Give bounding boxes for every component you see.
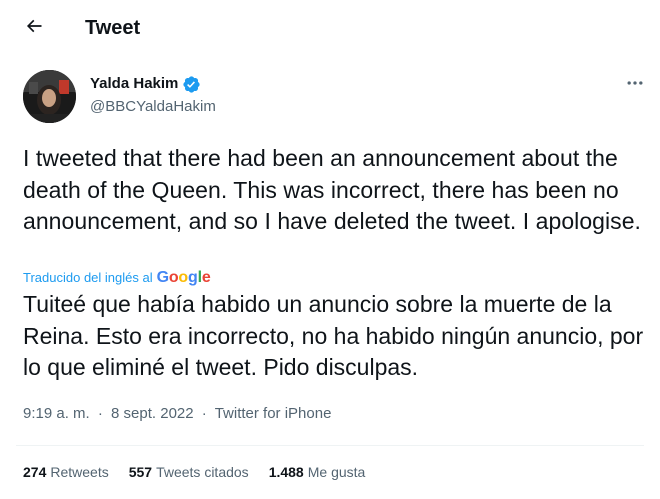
meta-separator: ·	[201, 405, 207, 422]
verified-badge-icon	[182, 75, 201, 94]
tweet-source[interactable]: Twitter for iPhone	[215, 405, 332, 422]
page-title: Tweet	[85, 17, 141, 39]
translation-attribution[interactable]: Traducido del inglés al Google	[23, 268, 211, 288]
quotes-stat[interactable]: 557 Tweets citados	[129, 462, 249, 482]
translated-label[interactable]: Traducido del inglés al	[23, 268, 153, 288]
tweet-stats: 274 Retweets 557 Tweets citados 1.488 Me gu…	[23, 462, 385, 482]
tweet-date[interactable]: 8 sept. 2022	[111, 405, 194, 422]
page-header: Tweet	[0, 0, 660, 56]
retweets-count: 274	[23, 464, 47, 480]
quotes-label: Tweets citados	[156, 464, 249, 480]
divider	[16, 445, 644, 446]
more-options-button[interactable]	[618, 72, 652, 98]
likes-label: Me gusta	[307, 464, 366, 480]
more-horizontal-icon	[625, 73, 645, 98]
author-display-name-row[interactable]: Yalda Hakim	[90, 74, 201, 94]
google-logo-icon[interactable]: Google	[157, 268, 211, 288]
author-handle[interactable]: @BBCYaldaHakim	[90, 97, 216, 117]
tweet-time[interactable]: 9:19 a. m.	[23, 405, 90, 422]
meta-separator: ·	[97, 405, 103, 422]
arrow-left-icon	[24, 16, 44, 41]
tweet-text: I tweeted that there had been an announc…	[23, 145, 641, 234]
back-button[interactable]	[16, 10, 52, 46]
retweets-label: Retweets	[50, 464, 109, 480]
likes-stat[interactable]: 1.488 Me gusta	[269, 462, 366, 482]
retweets-stat[interactable]: 274 Retweets	[23, 462, 109, 482]
author-display-name[interactable]: Yalda Hakim	[90, 74, 178, 94]
quotes-count: 557	[128, 464, 153, 480]
tweet-metadata: 9:19 a. m. · 8 sept. 2022 · Twitter for …	[23, 404, 331, 424]
likes-count: 1.488	[268, 464, 304, 480]
avatar[interactable]	[23, 70, 76, 123]
tweet-translation: Tuiteé que había habido un anuncio sobre…	[23, 291, 644, 380]
